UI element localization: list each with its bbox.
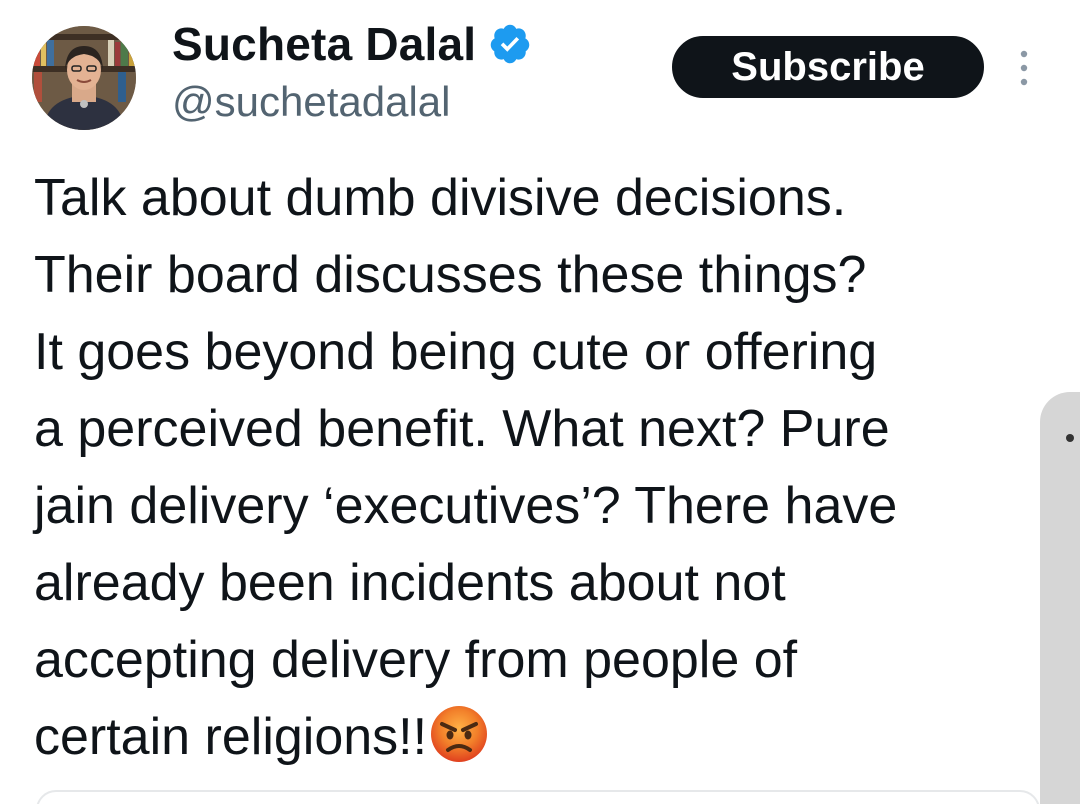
tweet-text: Talk about dumb divisive decisions. Thei… xyxy=(34,160,1034,776)
tweet-text-line: a perceived benefit. What next? Pure xyxy=(34,400,890,458)
tweet-text-line: already been incidents about not xyxy=(34,554,786,612)
tweet-text-line: Talk about dumb divisive decisions. xyxy=(34,169,847,227)
tweet-text-line: jain delivery ‘executives’? There have xyxy=(34,477,898,535)
tweet-text-line: accepting delivery from people of xyxy=(34,631,798,689)
avatar-image xyxy=(32,26,136,130)
author-display-name[interactable]: Sucheta Dalal xyxy=(172,17,476,71)
tweet-text-line: Their board discusses these things? xyxy=(34,246,867,304)
subscribe-button[interactable]: Subscribe xyxy=(672,36,984,98)
tweet-text-line: It goes beyond being cute or offering xyxy=(34,323,878,381)
author-handle[interactable]: @suchetadalal xyxy=(172,78,450,126)
scroll-handle[interactable] xyxy=(1040,392,1080,804)
tweet-text-last-line: certain religions!! xyxy=(34,699,1034,776)
author-name-row[interactable]: Sucheta Dalal xyxy=(172,14,532,74)
scroll-handle-dot-icon xyxy=(1066,434,1074,442)
avatar[interactable] xyxy=(32,26,136,130)
more-vertical-icon[interactable] xyxy=(1012,46,1036,90)
verified-badge-icon xyxy=(488,22,532,66)
angry-face-emoji xyxy=(429,704,489,764)
tweet-view: Sucheta Dalal @suchetadalal Subscribe Ta… xyxy=(0,0,1080,804)
next-card-edge xyxy=(36,790,1040,804)
tweet-text-line: certain religions!! xyxy=(34,708,428,766)
